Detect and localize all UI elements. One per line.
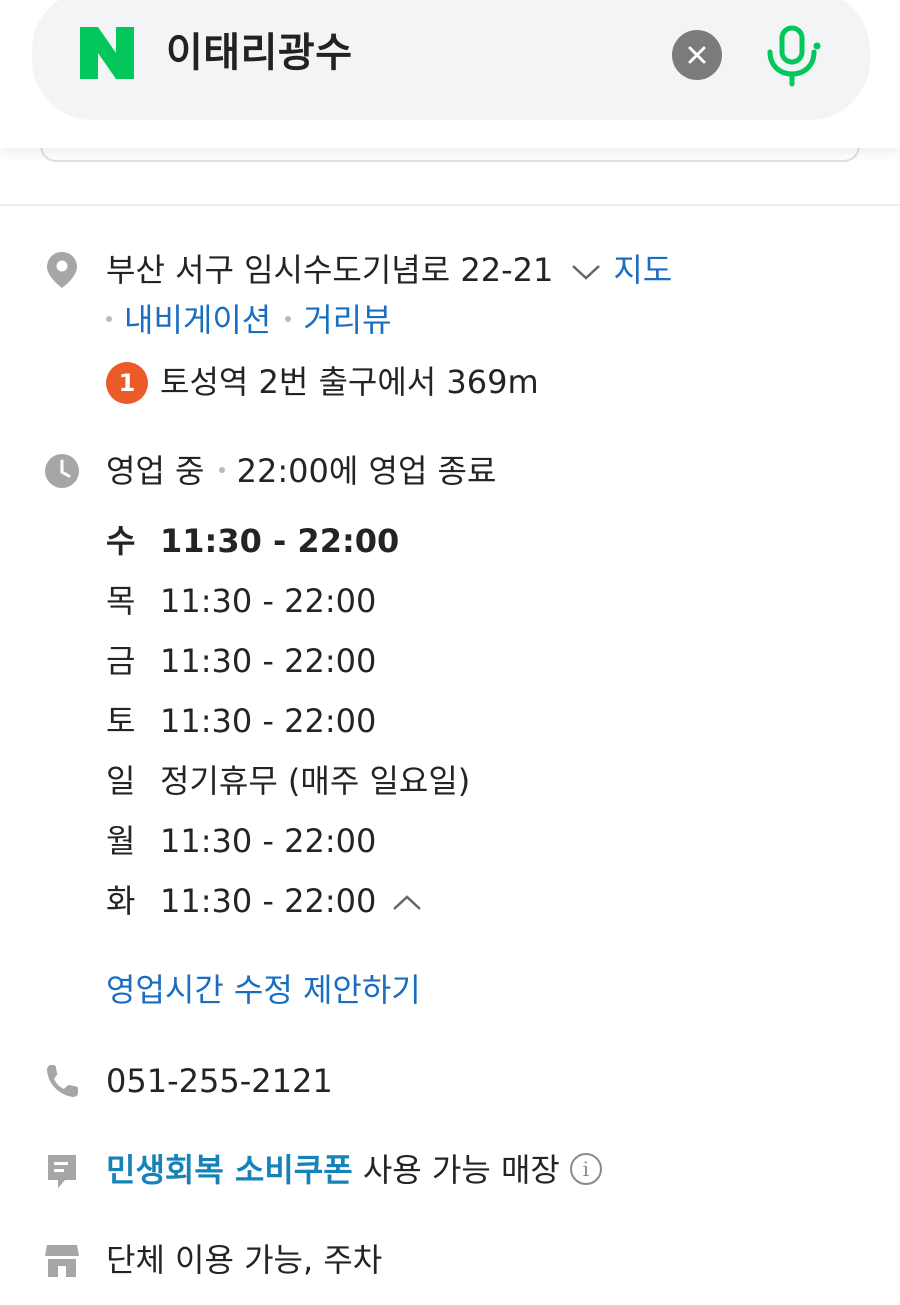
search-bar[interactable] <box>32 0 870 120</box>
address-text: 부산 서구 임시수도기념로 22-21 <box>106 251 554 289</box>
search-input[interactable]: 이태리광수 <box>166 28 353 78</box>
coupon-text: 사용 가능 매장 <box>362 1151 560 1189</box>
divider <box>0 204 900 206</box>
info-icon[interactable]: i <box>569 1153 602 1185</box>
hours-day: 월 <box>106 822 136 860</box>
hours-day: 수 <box>106 522 136 560</box>
chevron-down-icon[interactable] <box>571 263 601 281</box>
address-line: 부산 서구 임시수도기념로 22-21 지도 <box>106 250 672 290</box>
hours-day: 목 <box>106 582 136 620</box>
naver-logo[interactable] <box>80 27 134 79</box>
facilities-text: 단체 이용 가능, 주차 <box>106 1241 383 1279</box>
subway-line-badge: 1 <box>106 362 148 404</box>
navigation-link[interactable]: 내비게이션 <box>124 301 271 339</box>
coupon-line: 민생회복 소비쿠폰 사용 가능 매장 i <box>106 1150 602 1191</box>
street-view-link[interactable]: 거리뷰 <box>303 301 391 339</box>
hours-time: 11:30 - 22:00 <box>160 642 377 680</box>
coupon-icon <box>48 1155 76 1188</box>
store-icon <box>45 1245 79 1277</box>
hours-time: 11:30 - 22:00 <box>160 702 377 740</box>
hours-time: 11:30 - 22:00 <box>160 882 377 920</box>
location-pin-icon <box>47 252 77 288</box>
separator-dot <box>285 316 292 322</box>
hours-time: 11:30 - 22:00 <box>160 582 377 620</box>
clear-icon[interactable] <box>672 30 722 80</box>
status-detail: 22:00에 영업 종료 <box>236 452 497 490</box>
hours-time-collapse: 11:30 - 22:00 <box>160 881 434 921</box>
hours-day: 일 <box>106 762 136 800</box>
mic-icon[interactable] <box>762 24 822 88</box>
phone-number[interactable]: 051-255-2121 <box>106 1061 333 1101</box>
search-header: 이태리광수 <box>0 0 900 148</box>
hours-day: 토 <box>106 702 136 740</box>
hours-time: 11:30 - 22:00 <box>160 522 400 560</box>
station-distance: 토성역 2번 출구에서 369m <box>160 363 539 401</box>
hours-day: 금 <box>106 642 136 680</box>
address-links: 내비게이션 거리뷰 <box>106 300 392 340</box>
map-link[interactable]: 지도 <box>613 251 672 289</box>
separator-dot <box>106 316 112 322</box>
hours-time: 정기휴무 (매주 일요일) <box>160 762 471 800</box>
hours-time: 11:30 - 22:00 <box>160 822 377 860</box>
business-status: 영업 중 22:00에 영업 종료 <box>106 451 496 491</box>
clock-icon <box>45 454 79 488</box>
coupon-link[interactable]: 민생회복 소비쿠폰 <box>106 1151 353 1189</box>
hours-day: 화 <box>106 882 136 920</box>
separator-dot <box>218 467 225 473</box>
chevron-up-icon[interactable] <box>392 894 422 912</box>
suggest-hours-edit-link[interactable]: 영업시간 수정 제안하기 <box>106 970 421 1010</box>
phone-icon <box>47 1065 78 1097</box>
status-label: 영업 중 <box>106 452 205 490</box>
